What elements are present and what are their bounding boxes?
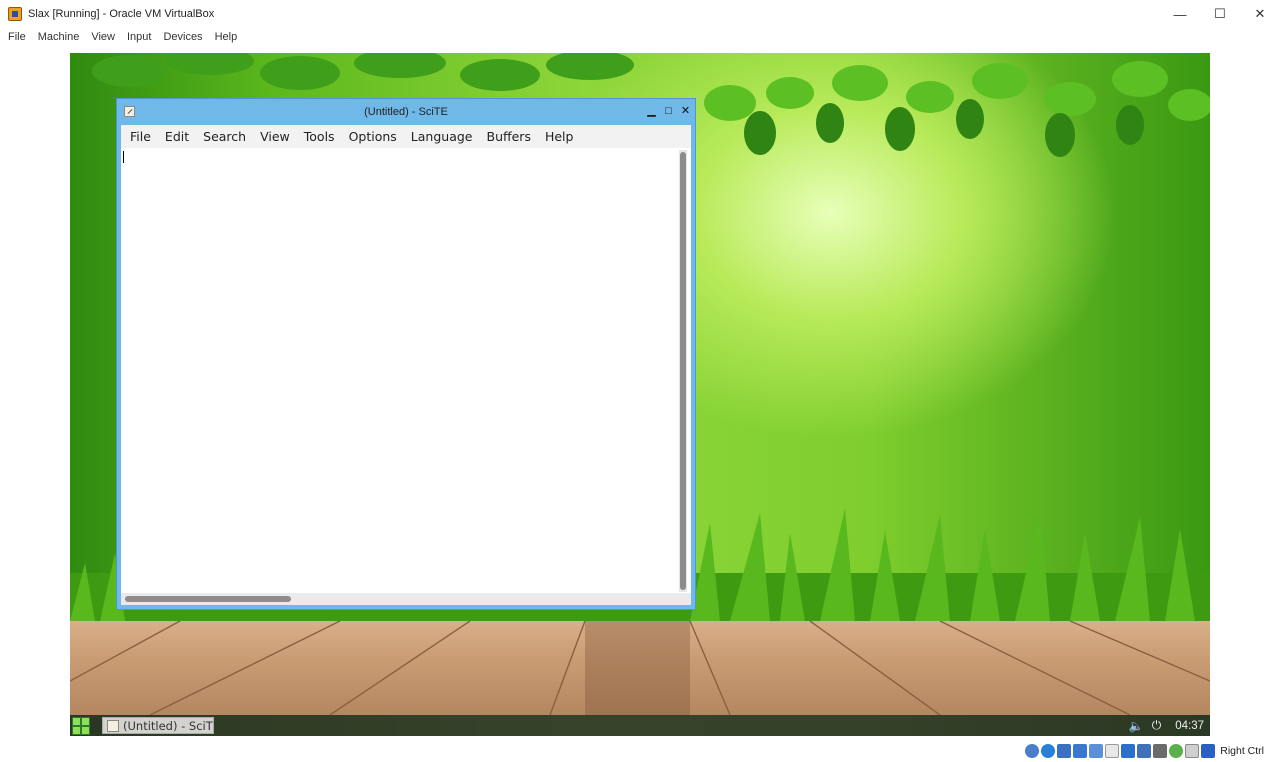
- video-capture-icon[interactable]: [1137, 744, 1152, 758]
- scite-menu-edit[interactable]: Edit: [158, 129, 196, 144]
- host-menu-machine[interactable]: Machine: [32, 31, 86, 43]
- taskbar-item-label: (Untitled) - SciT: [123, 718, 213, 733]
- scite-window-controls: ▁ □ ✕: [646, 104, 691, 118]
- system-tray: 🔈 ⏻ 04:37: [1129, 715, 1204, 736]
- volume-icon[interactable]: 🔈: [1129, 719, 1144, 733]
- host-close-button[interactable]: ✕: [1240, 0, 1280, 28]
- usb-icon[interactable]: [1089, 744, 1104, 758]
- guest-desktop[interactable]: (Untitled) - SciTE ▁ □ ✕ File Edit Searc…: [70, 53, 1210, 736]
- host-menu-file[interactable]: File: [2, 31, 32, 43]
- host-menu-view[interactable]: View: [85, 31, 121, 43]
- power-icon[interactable]: ⏻: [1152, 718, 1162, 733]
- host-menu-input[interactable]: Input: [121, 31, 157, 43]
- display-icon[interactable]: [1121, 744, 1136, 758]
- start-menu-icon[interactable]: [72, 716, 90, 735]
- host-menubar: File Machine View Input Devices Help: [0, 28, 1280, 46]
- recording-icon[interactable]: [1153, 744, 1168, 758]
- scite-menu-view[interactable]: View: [253, 129, 297, 144]
- taskbar-clock[interactable]: 04:37: [1175, 720, 1204, 732]
- network-icon[interactable]: [1073, 744, 1088, 758]
- virtualbox-app-icon: [8, 7, 22, 21]
- status-icons: Right Ctrl: [1025, 744, 1264, 758]
- vertical-scrollbar-thumb[interactable]: [680, 152, 686, 590]
- keyboard-icon[interactable]: [1201, 744, 1216, 758]
- scite-menu-search[interactable]: Search: [196, 129, 253, 144]
- host-status-bar: Right Ctrl: [0, 740, 1280, 762]
- audio-icon[interactable]: [1057, 744, 1072, 758]
- horizontal-scrollbar[interactable]: [121, 593, 691, 605]
- optical-drive-icon[interactable]: [1041, 744, 1056, 758]
- taskbar-item-scite[interactable]: (Untitled) - SciT: [102, 717, 214, 734]
- scite-task-icon: [107, 719, 119, 732]
- scite-window[interactable]: (Untitled) - SciTE ▁ □ ✕ File Edit Searc…: [116, 98, 696, 610]
- host-window-controls: — ☐ ✕: [1160, 0, 1280, 28]
- text-caret: [123, 151, 124, 163]
- host-maximize-button[interactable]: ☐: [1200, 0, 1240, 28]
- scite-menu-options[interactable]: Options: [342, 129, 404, 144]
- horizontal-scrollbar-thumb[interactable]: [125, 596, 291, 602]
- scite-menu-tools[interactable]: Tools: [297, 129, 342, 144]
- guest-taskbar: (Untitled) - SciT 🔈 ⏻ 04:37: [70, 715, 1210, 736]
- shared-folders-icon[interactable]: [1105, 744, 1120, 758]
- cpu-icon[interactable]: [1169, 744, 1184, 758]
- scite-menu-buffers[interactable]: Buffers: [480, 129, 538, 144]
- host-minimize-button[interactable]: —: [1160, 0, 1200, 28]
- scite-editor-area[interactable]: [121, 148, 691, 593]
- host-menu-help[interactable]: Help: [209, 31, 244, 43]
- host-window-title: Slax [Running] - Oracle VM VirtualBox: [28, 8, 215, 20]
- host-titlebar: Slax [Running] - Oracle VM VirtualBox — …: [0, 0, 1280, 28]
- hard-disk-icon[interactable]: [1025, 744, 1040, 758]
- scite-maximize-button[interactable]: □: [663, 104, 674, 118]
- scite-app-icon: [124, 106, 135, 117]
- host-menu-devices[interactable]: Devices: [157, 31, 208, 43]
- scite-menu-help[interactable]: Help: [538, 129, 581, 144]
- host-key-label: Right Ctrl: [1220, 745, 1264, 757]
- vertical-scrollbar[interactable]: [679, 150, 687, 592]
- scite-window-title: (Untitled) - SciTE: [364, 106, 448, 118]
- scite-menu-file[interactable]: File: [123, 129, 158, 144]
- scite-close-button[interactable]: ✕: [680, 104, 691, 118]
- mouse-integration-icon[interactable]: [1185, 744, 1200, 758]
- scite-menubar: File Edit Search View Tools Options Lang…: [121, 125, 691, 148]
- scite-titlebar[interactable]: (Untitled) - SciTE ▁ □ ✕: [117, 99, 695, 125]
- scite-menu-language[interactable]: Language: [404, 129, 480, 144]
- wallpaper-wooden-deck: [70, 621, 1210, 715]
- scite-minimize-button[interactable]: ▁: [646, 104, 657, 118]
